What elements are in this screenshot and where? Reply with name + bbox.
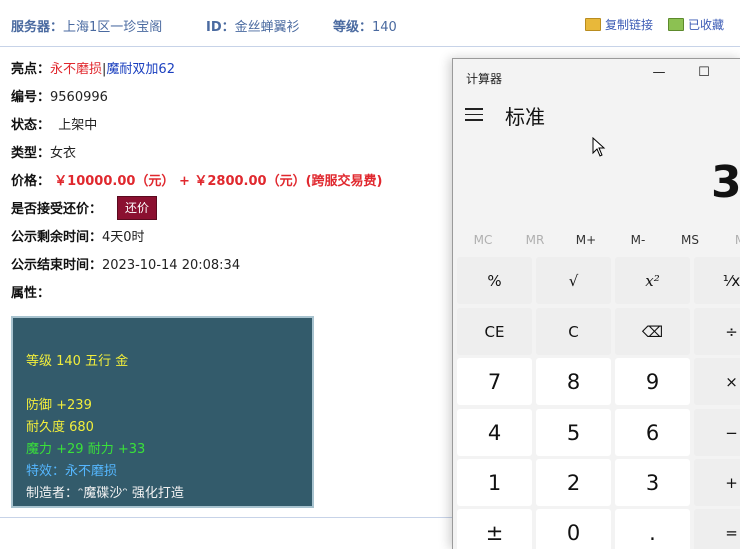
- highlight-label: 亮点：: [11, 62, 51, 77]
- seven-button[interactable]: 7: [457, 358, 532, 405]
- attr-defense: 防御 +239: [26, 398, 92, 413]
- price-label: 价格：: [11, 174, 51, 189]
- bargain-label: 是否接受还价：: [11, 202, 103, 217]
- negate-button[interactable]: ±: [457, 509, 532, 549]
- server-label: 服务器：: [11, 20, 64, 35]
- highlight-b[interactable]: 魔耐双加62: [106, 62, 175, 77]
- memory-add-button[interactable]: M+: [561, 233, 611, 247]
- favorite-button[interactable]: 已收藏: [668, 16, 724, 33]
- price-row: 价格： ￥10000.00（元） + ￥2800.00（元）(跨服交易费): [11, 170, 382, 189]
- memory-clear-button[interactable]: MC: [458, 233, 508, 247]
- multiply-button[interactable]: ×: [694, 358, 740, 405]
- level-info: 等级：140: [333, 16, 397, 35]
- level-value: 140: [372, 20, 397, 35]
- memory-subtract-button[interactable]: M-: [613, 233, 663, 247]
- calculator-window[interactable]: 计算器 — ☐ 标准 30 MC MR M+ M- MS M % √ x² ¹⁄…: [452, 58, 740, 549]
- nine-button[interactable]: 9: [615, 358, 690, 405]
- status-row: 状态： 上架中: [11, 114, 97, 133]
- highlight-a[interactable]: 永不磨损: [50, 62, 102, 77]
- status-value: 上架中: [58, 118, 98, 133]
- top-bar: 服务器：上海1区一珍宝阁 ID：金丝蝉翼衫 等级：140 复制链接 已收藏: [0, 0, 740, 47]
- id-label: ID：: [206, 20, 235, 35]
- reciprocal-button[interactable]: ¹⁄x: [694, 257, 740, 304]
- server-value: 上海1区一珍宝阁: [63, 20, 163, 35]
- favorite-folder-icon: [668, 18, 684, 31]
- zero-button[interactable]: 0: [536, 509, 611, 549]
- calculator-display: 30: [711, 157, 740, 208]
- memory-list-button[interactable]: M: [715, 233, 740, 247]
- attribute-panel: 等级 140 五行 金 防御 +239 耐久度 680 魔力 +29 耐力 +3…: [11, 316, 314, 508]
- calculator-mode: 标准: [505, 105, 545, 129]
- bargain-row: 是否接受还价：: [11, 198, 102, 217]
- five-button[interactable]: 5: [536, 409, 611, 456]
- attr-durability: 耐久度 680: [26, 420, 94, 435]
- divider: [0, 517, 452, 518]
- minus-button[interactable]: −: [694, 409, 740, 456]
- backspace-button[interactable]: ⌫: [615, 308, 690, 355]
- attr-effect: 特效：永不磨损: [26, 464, 118, 479]
- bargain-button[interactable]: 还价: [117, 196, 157, 220]
- type-label: 类型：: [11, 146, 51, 161]
- attr-maker: 制造者：ᵔ魔碟沙ᵔ 强化打造: [26, 486, 184, 501]
- end-label: 公示结束时间：: [11, 258, 103, 273]
- end-value: 2023-10-14 20:08:34: [102, 258, 241, 273]
- memory-recall-button[interactable]: MR: [510, 233, 560, 247]
- calculator-title: 计算器: [466, 72, 503, 86]
- number-value: 9560996: [50, 90, 108, 105]
- menu-icon[interactable]: [465, 108, 483, 122]
- attribute-row: 属性：: [11, 282, 50, 301]
- clear-button[interactable]: C: [536, 308, 611, 355]
- price-value: ￥10000.00（元） + ￥2800.00（元）(跨服交易费): [54, 174, 383, 189]
- equals-button[interactable]: =: [694, 509, 740, 549]
- mouse-pointer-icon: [592, 137, 606, 157]
- end-time-row: 公示结束时间：2023-10-14 20:08:34: [11, 254, 240, 273]
- highlight-row: 亮点：永不磨损|魔耐双加62: [11, 58, 175, 77]
- attr-magic-line: 魔力 +29 耐力 +33: [26, 442, 146, 457]
- level-label: 等级：: [333, 20, 373, 35]
- divide-button[interactable]: ÷: [694, 308, 740, 355]
- status-label: 状态：: [11, 118, 51, 133]
- plus-button[interactable]: +: [694, 459, 740, 506]
- maximize-button[interactable]: ☐: [691, 65, 717, 85]
- server-info: 服务器：上海1区一珍宝阁: [11, 16, 162, 35]
- eight-button[interactable]: 8: [536, 358, 611, 405]
- remain-value: 4天0时: [102, 230, 145, 245]
- type-row: 类型：女衣: [11, 142, 76, 161]
- remain-label: 公示剩余时间：: [11, 230, 103, 245]
- one-button[interactable]: 1: [457, 459, 532, 506]
- clear-entry-button[interactable]: CE: [457, 308, 532, 355]
- four-button[interactable]: 4: [457, 409, 532, 456]
- attr-level-line: 等级 140 五行 金: [26, 354, 129, 369]
- id-info: ID：金丝蝉翼衫: [206, 16, 300, 35]
- favorited-label: 已收藏: [688, 18, 725, 32]
- number-label: 编号：: [11, 90, 51, 105]
- square-button[interactable]: x²: [615, 257, 690, 304]
- two-button[interactable]: 2: [536, 459, 611, 506]
- attribute-label: 属性：: [11, 286, 51, 301]
- id-value: 金丝蝉翼衫: [234, 20, 300, 35]
- minimize-button[interactable]: —: [646, 65, 672, 85]
- type-value: 女衣: [50, 146, 77, 161]
- sqrt-button[interactable]: √: [536, 257, 611, 304]
- remain-row: 公示剩余时间：4天0时: [11, 226, 145, 245]
- copy-link-button[interactable]: 复制链接: [585, 16, 653, 33]
- number-row: 编号：9560996: [11, 86, 108, 105]
- percent-button[interactable]: %: [457, 257, 532, 304]
- decimal-button[interactable]: .: [615, 509, 690, 549]
- folder-icon: [585, 18, 601, 31]
- six-button[interactable]: 6: [615, 409, 690, 456]
- three-button[interactable]: 3: [615, 459, 690, 506]
- copy-link-label: 复制链接: [605, 18, 654, 32]
- memory-store-button[interactable]: MS: [665, 233, 715, 247]
